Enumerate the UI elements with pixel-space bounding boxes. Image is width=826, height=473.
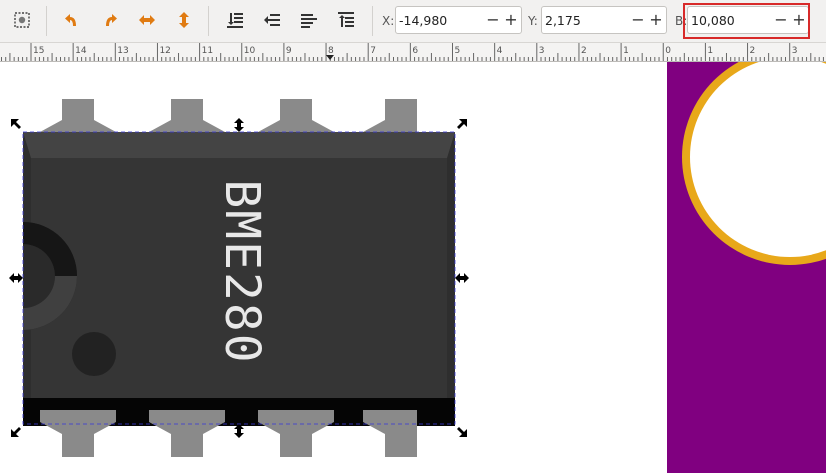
x-label: X:	[382, 14, 395, 28]
ruler-label: 1	[707, 46, 713, 56]
chip-bevel-top	[23, 132, 455, 158]
ruler-label: 12	[159, 46, 170, 56]
ruler-label: 10	[244, 46, 256, 56]
horizontal-ruler[interactable]: 15 14 13 12 11 10 9 8 7 6 5 4 3 2 1 0 1 2 3	[0, 43, 826, 62]
flip-horizontal-icon[interactable]	[133, 6, 161, 34]
ruler-label: 4	[497, 46, 503, 56]
scale-handle-e	[455, 273, 469, 283]
lower-to-bottom-icon[interactable]	[221, 6, 249, 34]
rotate-ccw-icon[interactable]	[58, 6, 86, 34]
ruler-label: 2	[581, 46, 587, 56]
chip-label: BME280	[214, 179, 270, 364]
flip-vertical-icon[interactable]	[170, 6, 198, 34]
ruler-label: 7	[370, 46, 376, 56]
y-decrement-button[interactable]: −	[629, 7, 647, 33]
scale-handle-s	[234, 424, 244, 438]
lower-icon[interactable]	[258, 6, 286, 34]
scale-handle-se	[457, 427, 467, 437]
scale-handle-sw	[11, 427, 21, 437]
ruler-label: 15	[33, 46, 44, 56]
y-label: Y:	[528, 14, 538, 28]
ruler-label: 3	[792, 46, 798, 56]
scale-handle-ne	[457, 119, 467, 129]
ruler-label: 9	[286, 46, 292, 56]
ruler-position-marker	[326, 55, 334, 60]
x-decrement-button[interactable]: −	[484, 7, 502, 33]
ruler-label: 3	[539, 46, 545, 56]
ruler-label: 11	[202, 46, 213, 56]
scale-handle-w	[9, 273, 23, 283]
select-all-icon[interactable]	[8, 6, 36, 34]
x-input[interactable]	[396, 7, 483, 33]
drawing-canvas[interactable]: BME280	[0, 62, 826, 473]
x-increment-button[interactable]: +	[502, 7, 520, 33]
ruler-label: 6	[412, 46, 418, 56]
scale-handle-nw	[11, 119, 21, 129]
y-increment-button[interactable]: +	[647, 7, 665, 33]
raise-to-top-icon[interactable]	[332, 6, 360, 34]
ruler-label: 5	[455, 46, 461, 56]
ruler-label: 13	[117, 46, 128, 56]
y-input[interactable]	[542, 7, 629, 33]
toolbar: X: − + Y: − + B: − +	[0, 0, 826, 43]
ruler-label: 8	[328, 46, 334, 56]
canvas-drawing: BME280	[9, 62, 826, 473]
ruler-label: 0	[665, 46, 671, 56]
raise-icon[interactable]	[295, 6, 323, 34]
ruler-label: 14	[75, 46, 87, 56]
rotate-cw-icon[interactable]	[96, 6, 124, 34]
scale-handle-n	[234, 118, 244, 132]
ruler-scale: 15 14 13 12 11 10 9 8 7 6 5 4 3 2 1 0 1 2 3	[0, 43, 824, 61]
pin1-dimple	[72, 332, 116, 376]
y-field: − +	[541, 6, 667, 34]
ruler-label: 2	[750, 46, 756, 56]
ruler-label: 1	[623, 46, 629, 56]
x-field: − +	[395, 6, 522, 34]
highlight-box	[683, 3, 810, 39]
